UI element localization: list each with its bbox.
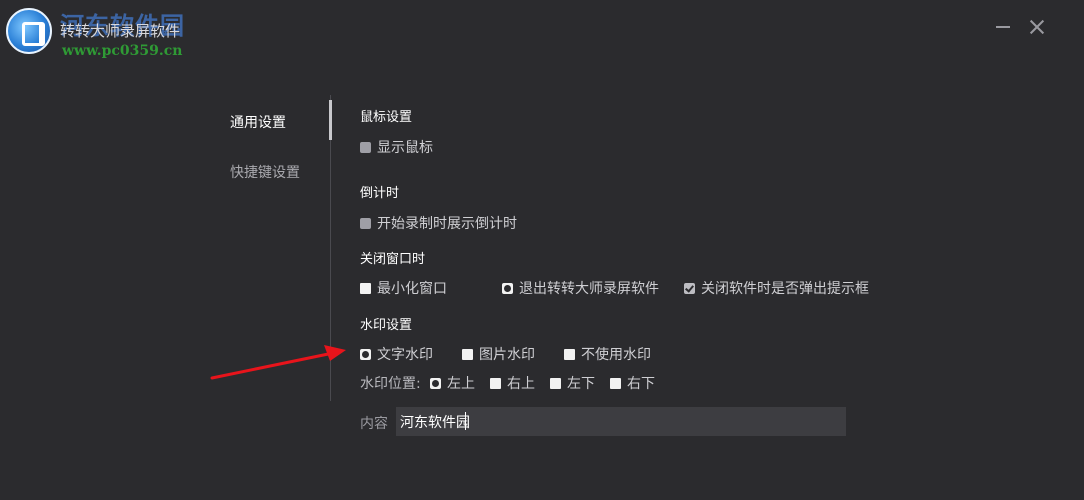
close-prompt-label: 关闭软件时是否弹出提示框: [701, 281, 869, 297]
image-watermark-radio[interactable]: 图片水印: [462, 344, 535, 364]
minimize-window-radio[interactable]: 最小化窗口: [360, 278, 447, 298]
close-icon[interactable]: [1026, 16, 1048, 38]
minimize-window-label: 最小化窗口: [377, 281, 447, 297]
sidebar-active-indicator: [329, 100, 332, 140]
radio-icon: [564, 348, 575, 360]
countdown-title: 倒计时: [360, 186, 400, 201]
sidebar-item-hotkey-settings[interactable]: 快捷键设置: [230, 162, 300, 182]
checkbox-checked-icon: [684, 282, 695, 294]
watermark-content-input[interactable]: [396, 407, 846, 436]
exit-app-label: 退出转转大师录屏软件: [519, 281, 659, 297]
position-top-left-radio[interactable]: 左上: [430, 373, 475, 393]
close-prompt-checkbox[interactable]: 关闭软件时是否弹出提示框: [684, 278, 869, 298]
checkbox-icon: [360, 217, 371, 229]
position-bottom-left-label: 左下: [567, 376, 595, 392]
show-cursor-checkbox[interactable]: 显示鼠标: [360, 137, 433, 157]
mouse-settings-title: 鼠标设置: [360, 110, 413, 125]
minimize-icon[interactable]: [992, 16, 1014, 38]
text-watermark-radio[interactable]: 文字水印: [360, 344, 433, 364]
radio-selected-icon: [360, 348, 371, 360]
show-cursor-label: 显示鼠标: [377, 140, 433, 156]
radio-icon: [360, 282, 371, 294]
radio-selected-icon: [430, 377, 441, 389]
no-watermark-label: 不使用水印: [581, 347, 651, 363]
position-bottom-left-radio[interactable]: 左下: [550, 373, 595, 393]
text-watermark-label: 文字水印: [377, 347, 433, 363]
close-window-title: 关闭窗口时: [360, 252, 426, 267]
title-bar: 河东软件园 转转大师录屏软件 www.pc0359.cn: [0, 0, 1084, 60]
radio-selected-icon: [502, 282, 513, 294]
exit-app-radio[interactable]: 退出转转大师录屏软件: [502, 278, 659, 298]
watermark-url: www.pc0359.cn: [62, 43, 183, 59]
radio-icon: [610, 377, 621, 389]
red-arrow-icon: [210, 345, 346, 380]
position-top-right-radio[interactable]: 右上: [490, 373, 535, 393]
radio-icon: [490, 377, 501, 389]
position-top-left-label: 左上: [447, 376, 475, 392]
watermark-logo-icon: [6, 8, 52, 54]
show-countdown-checkbox[interactable]: 开始录制时展示倒计时: [360, 213, 517, 233]
content-label: 内容: [360, 416, 388, 432]
checkbox-icon: [360, 141, 371, 153]
show-countdown-label: 开始录制时展示倒计时: [377, 216, 517, 232]
sidebar-item-general-settings[interactable]: 通用设置: [230, 112, 286, 132]
watermark-position-label: 水印位置:: [360, 376, 421, 392]
radio-icon: [550, 377, 561, 389]
radio-icon: [462, 348, 473, 360]
no-watermark-radio[interactable]: 不使用水印: [564, 344, 651, 364]
image-watermark-label: 图片水印: [479, 347, 535, 363]
watermark-settings-title: 水印设置: [360, 318, 413, 333]
position-top-right-label: 右上: [507, 376, 535, 392]
text-caret: [465, 412, 466, 430]
position-bottom-right-label: 右下: [627, 376, 655, 392]
app-title: 转转大师录屏软件: [60, 22, 181, 40]
position-bottom-right-radio[interactable]: 右下: [610, 373, 655, 393]
